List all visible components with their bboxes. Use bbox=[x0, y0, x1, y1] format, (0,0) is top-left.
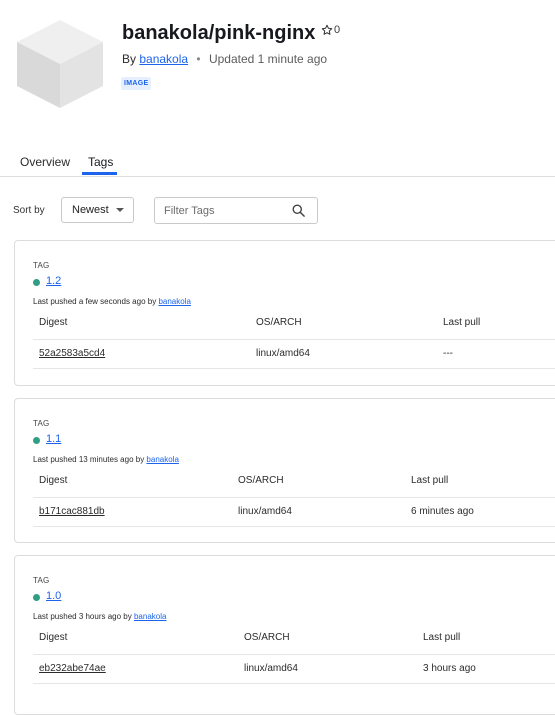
last-pull-value: 3 hours ago bbox=[423, 663, 476, 674]
divider bbox=[33, 654, 555, 655]
pushed-by-link[interactable]: banakola bbox=[158, 297, 190, 306]
os-arch-header: OS/ARCH bbox=[244, 632, 290, 643]
tag-name-link[interactable]: 1.0 bbox=[46, 590, 61, 602]
star-outline-icon bbox=[321, 24, 333, 35]
last-pull-value: 6 minutes ago bbox=[411, 506, 474, 517]
repo-header: banakola/pink-nginx 0 By banakola • Upda… bbox=[0, 0, 555, 130]
digest-header: Digest bbox=[39, 632, 68, 643]
tag-name-link[interactable]: 1.2 bbox=[46, 275, 61, 287]
last-pull-header: Last pull bbox=[411, 475, 449, 486]
tag-name-link[interactable]: 1.1 bbox=[46, 433, 61, 445]
tab-overview[interactable]: Overview bbox=[20, 155, 70, 169]
last-pull-header: Last pull bbox=[443, 317, 481, 328]
image-cube-icon bbox=[17, 20, 103, 108]
tag-card: TAG 1.2 Last pushed a few seconds ago by… bbox=[14, 240, 555, 386]
divider bbox=[33, 526, 555, 527]
image-badge: IMAGE bbox=[121, 77, 152, 90]
by-label: By bbox=[122, 52, 137, 66]
last-pushed-text: Last pushed 3 hours ago by bbox=[33, 612, 132, 621]
pushed-by-link[interactable]: banakola bbox=[146, 455, 178, 464]
last-pushed: Last pushed 13 minutes ago by banakola bbox=[33, 455, 179, 464]
os-arch-header: OS/ARCH bbox=[256, 317, 302, 328]
divider bbox=[33, 497, 555, 498]
last-pushed-text: Last pushed a few seconds ago by bbox=[33, 297, 157, 306]
digest-header: Digest bbox=[39, 317, 68, 328]
os-arch-value: linux/amd64 bbox=[244, 663, 298, 674]
star-count: 0 bbox=[334, 24, 341, 36]
tag-label: TAG bbox=[33, 419, 50, 428]
pushed-by-link[interactable]: banakola bbox=[134, 612, 166, 621]
tag-card: TAG 1.0 Last pushed 3 hours ago by banak… bbox=[14, 555, 555, 715]
chevron-down-icon bbox=[116, 208, 124, 212]
status-dot bbox=[33, 437, 40, 444]
last-pushed: Last pushed 3 hours ago by banakola bbox=[33, 612, 166, 621]
os-arch-value: linux/amd64 bbox=[238, 506, 292, 517]
divider bbox=[33, 683, 555, 684]
status-dot bbox=[33, 279, 40, 286]
tab-bar: Overview Tags bbox=[0, 150, 555, 177]
repo-byline: By banakola • Updated 1 minute ago bbox=[122, 52, 327, 66]
os-arch-header: OS/ARCH bbox=[238, 475, 284, 486]
sort-select[interactable]: Newest bbox=[61, 197, 134, 223]
os-arch-value: linux/amd64 bbox=[256, 348, 310, 359]
divider bbox=[33, 368, 555, 369]
digest-link[interactable]: eb232abe74ae bbox=[39, 663, 106, 674]
repo-title: banakola/pink-nginx bbox=[122, 22, 316, 44]
last-pushed: Last pushed a few seconds ago by banakol… bbox=[33, 297, 191, 306]
owner-link[interactable]: banakola bbox=[139, 52, 188, 66]
active-tab-indicator bbox=[82, 172, 117, 175]
filter-tags bbox=[154, 197, 318, 224]
digest-link[interactable]: 52a2583a5cd4 bbox=[39, 348, 105, 359]
last-pushed-text: Last pushed 13 minutes ago by bbox=[33, 455, 145, 464]
last-pull-header: Last pull bbox=[423, 632, 461, 643]
digest-header: Digest bbox=[39, 475, 68, 486]
search-icon[interactable] bbox=[291, 203, 306, 218]
digest-link[interactable]: b171cac881db bbox=[39, 506, 105, 517]
filter-tags-input[interactable] bbox=[164, 203, 284, 218]
star-button[interactable]: 0 bbox=[321, 24, 340, 36]
tag-label: TAG bbox=[33, 576, 50, 585]
sort-value: Newest bbox=[72, 204, 109, 216]
tab-tags[interactable]: Tags bbox=[88, 155, 113, 169]
tag-card: TAG 1.1 Last pushed 13 minutes ago by ba… bbox=[14, 398, 555, 543]
tag-label: TAG bbox=[33, 261, 50, 270]
sort-label: Sort by bbox=[13, 205, 45, 216]
status-dot bbox=[33, 594, 40, 601]
separator-dot: • bbox=[196, 52, 201, 66]
updated-text: Updated 1 minute ago bbox=[208, 52, 328, 66]
last-pull-value: --- bbox=[443, 348, 453, 359]
divider bbox=[33, 339, 555, 340]
